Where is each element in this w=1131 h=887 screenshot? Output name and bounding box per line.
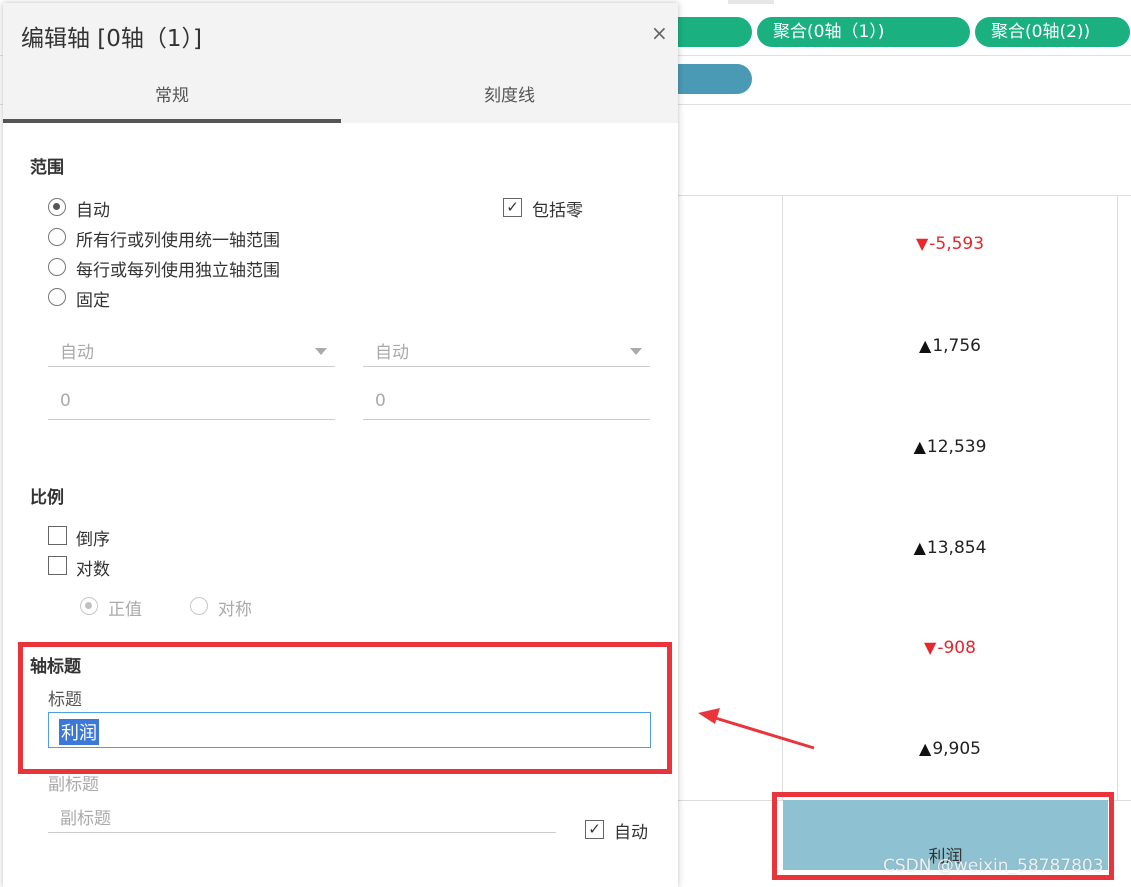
shelf-tab-stub: [728, 0, 774, 4]
radio-fixed[interactable]: [48, 288, 66, 306]
radio-fixed-label[interactable]: 固定: [76, 286, 110, 311]
reversed-label[interactable]: 倒序: [76, 525, 110, 550]
dialog-title: 编辑轴 [0轴（1）]: [21, 26, 203, 52]
down-triangle-icon: ▼: [915, 234, 929, 253]
grid-line: [678, 195, 1131, 196]
value-cell[interactable]: ▲9,905: [783, 739, 1117, 759]
radio-uniform-range-label[interactable]: 所有行或列使用统一轴范围: [76, 226, 280, 251]
value-text: -5,593: [929, 234, 985, 254]
radio-independent-range-label[interactable]: 每行或每列使用独立轴范围: [76, 256, 280, 281]
logarithmic-checkbox[interactable]: [48, 556, 67, 575]
radio-auto[interactable]: [48, 198, 66, 216]
value-cell[interactable]: ▲12,539: [783, 437, 1117, 457]
radio-symmetric[interactable]: [190, 597, 208, 615]
watermark: CSDN @weixin_58787803: [883, 856, 1104, 876]
tab-tick-marks[interactable]: 刻度线: [341, 81, 678, 106]
include-zero-checkbox[interactable]: ✓: [503, 198, 522, 217]
up-triangle-icon: ▲: [913, 538, 926, 557]
range-start-select-value: 自动: [60, 343, 94, 363]
shelf-pill-agg-axis-1[interactable]: 聚合(0轴（1）): [757, 17, 970, 47]
reversed-checkbox[interactable]: [48, 526, 67, 545]
grid-line: [1117, 195, 1118, 800]
range-start-value: 0: [60, 391, 71, 411]
radio-positive[interactable]: [80, 597, 98, 615]
subtitle-auto-label[interactable]: 自动: [614, 818, 648, 843]
subtitle-auto-checkbox[interactable]: ✓: [585, 820, 604, 839]
radio-auto-label[interactable]: 自动: [76, 196, 110, 221]
value-text: -908: [937, 638, 976, 658]
value-text: 9,905: [932, 739, 981, 759]
value-text: 12,539: [926, 437, 987, 457]
range-end-value: 0: [375, 391, 386, 411]
annotation-arrow-icon: [698, 708, 815, 750]
shelf-pill-agg-axis-2[interactable]: 聚合(0轴(2)): [975, 17, 1130, 47]
range-end-select[interactable]: 自动: [363, 334, 650, 367]
radio-uniform-range[interactable]: [48, 228, 66, 246]
tab-general[interactable]: 常规: [3, 81, 341, 106]
radio-independent-range[interactable]: [48, 258, 66, 276]
value-cell[interactable]: ▼-5,593: [783, 234, 1117, 254]
radio-symmetric-label[interactable]: 对称: [218, 595, 252, 620]
include-zero-label[interactable]: 包括零: [532, 196, 583, 221]
subtitle-input[interactable]: 副标题: [48, 798, 556, 833]
range-start-input[interactable]: 0: [48, 385, 335, 420]
down-triangle-icon: ▼: [924, 638, 937, 657]
subtitle-placeholder: 副标题: [60, 809, 111, 829]
up-triangle-icon: ▲: [913, 437, 926, 456]
range-start-select[interactable]: 自动: [48, 334, 335, 367]
close-icon[interactable]: ×: [651, 21, 668, 45]
value-text: 1,756: [932, 336, 981, 356]
logarithmic-label[interactable]: 对数: [76, 555, 110, 580]
active-tab-indicator: [3, 119, 341, 123]
radio-positive-label[interactable]: 正值: [108, 595, 142, 620]
value-cell[interactable]: ▼-908: [783, 638, 1117, 658]
value-cell[interactable]: ▲1,756: [783, 336, 1117, 356]
scale-heading: 比例: [30, 488, 64, 508]
highlight-box-axis-title-section: [18, 642, 672, 774]
chevron-down-icon: [315, 348, 327, 355]
value-text: 13,854: [926, 538, 987, 558]
chevron-down-icon: [630, 348, 642, 355]
range-end-input[interactable]: 0: [363, 385, 650, 420]
up-triangle-icon: ▲: [919, 739, 932, 758]
range-heading: 范围: [30, 158, 64, 178]
up-triangle-icon: ▲: [919, 336, 932, 355]
range-end-select-value: 自动: [375, 343, 409, 363]
value-cell[interactable]: ▲13,854: [783, 538, 1117, 558]
